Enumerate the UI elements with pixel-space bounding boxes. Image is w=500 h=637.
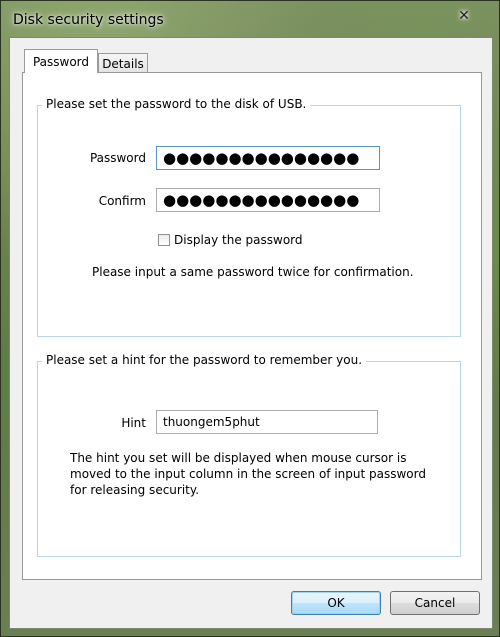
hint-groupbox: Please set a hint for the password to re… — [37, 353, 461, 557]
hint-value: thuongem5phut — [163, 415, 260, 429]
password-field[interactable]: ●●●●●●●●●●●●●●● — [156, 146, 380, 170]
hint-field[interactable]: thuongem5phut — [156, 410, 378, 434]
password-value: ●●●●●●●●●●●●●●● — [163, 148, 360, 167]
confirm-label: Confirm — [98, 194, 146, 208]
password-group-title: Please set the password to the disk of U… — [42, 97, 311, 111]
close-icon[interactable]: ✕ — [451, 7, 477, 25]
hint-label: Hint — [121, 416, 146, 430]
tab-password[interactable]: Password — [24, 49, 98, 73]
cancel-button[interactable]: Cancel — [390, 591, 480, 615]
tab-details[interactable]: Details — [98, 53, 148, 73]
display-password-checkbox[interactable] — [158, 234, 170, 246]
display-password-label: Display the password — [174, 233, 303, 247]
dialog-client-area: Password Details Please set the password… — [9, 37, 493, 629]
confirm-password-field[interactable]: ●●●●●●●●●●●●●●● — [156, 188, 380, 212]
cancel-button-label: Cancel — [414, 596, 456, 610]
ok-button-label: OK — [327, 596, 345, 610]
dialog-window: Disk security settings ✕ Password Detail… — [0, 0, 500, 637]
ok-button[interactable]: OK — [291, 591, 381, 615]
password-instruction: Please input a same password twice for c… — [92, 265, 414, 279]
password-tab-page: Please set the password to the disk of U… — [22, 72, 482, 580]
window-title: Disk security settings — [13, 12, 164, 28]
display-password-checkbox-row[interactable]: Display the password — [158, 233, 303, 247]
tab-details-label: Details — [102, 56, 144, 71]
tab-password-label: Password — [32, 54, 90, 69]
password-groupbox: Please set the password to the disk of U… — [37, 97, 461, 337]
hint-group-title: Please set a hint for the password to re… — [42, 353, 367, 367]
confirm-value: ●●●●●●●●●●●●●●● — [163, 190, 360, 209]
hint-description: The hint you set will be displayed when … — [70, 451, 426, 497]
password-label: Password — [89, 151, 146, 165]
